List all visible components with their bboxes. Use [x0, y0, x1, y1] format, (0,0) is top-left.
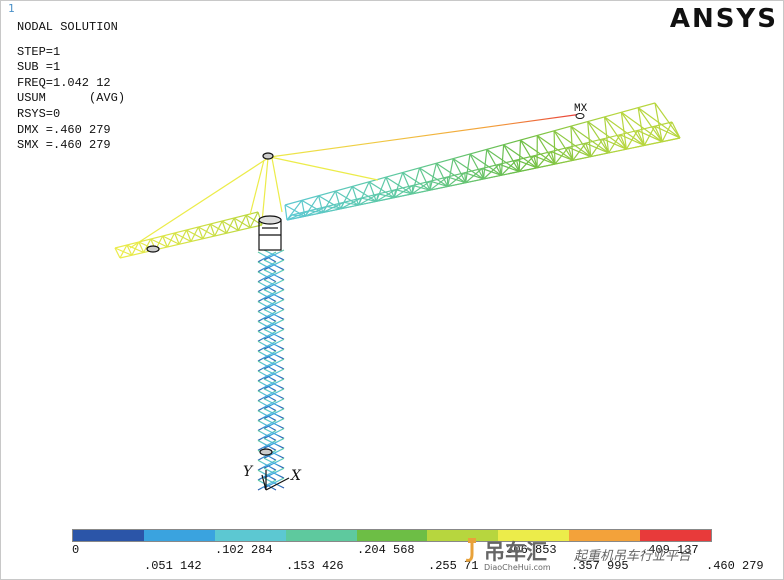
watermark-slogan: 起重机吊车行业平台: [574, 549, 692, 564]
main-jib: [284, 102, 681, 221]
legend-tick: .153 426: [286, 559, 344, 573]
legend-tick: .204 568: [357, 543, 415, 557]
legend-swatch-2: [214, 530, 286, 541]
axis-y-label: Y: [243, 464, 254, 480]
legend-swatch-0: [73, 530, 144, 541]
crane-hook-icon: [465, 538, 476, 562]
legend-swatch-4: [356, 530, 428, 541]
legend-tick: .102 284: [215, 543, 273, 557]
counter-jib: [114, 211, 263, 259]
legend-tick: .051 142: [144, 559, 202, 573]
crane-model-plot: MX Y X: [114, 102, 681, 491]
max-marker: MX: [574, 103, 588, 119]
legend-swatch-1: [143, 530, 215, 541]
watermark: 吊车汇 DiaoCheHui.com 起重机吊车行业平台: [462, 536, 724, 576]
axis-x-label: X: [290, 468, 302, 484]
watermark-brand: 吊车汇: [484, 540, 547, 564]
legend-swatch-3: [285, 530, 357, 541]
legend-tick: 0: [72, 543, 80, 557]
max-label: MX: [574, 103, 588, 115]
watermark-url: DiaoCheHui.com: [484, 563, 551, 572]
